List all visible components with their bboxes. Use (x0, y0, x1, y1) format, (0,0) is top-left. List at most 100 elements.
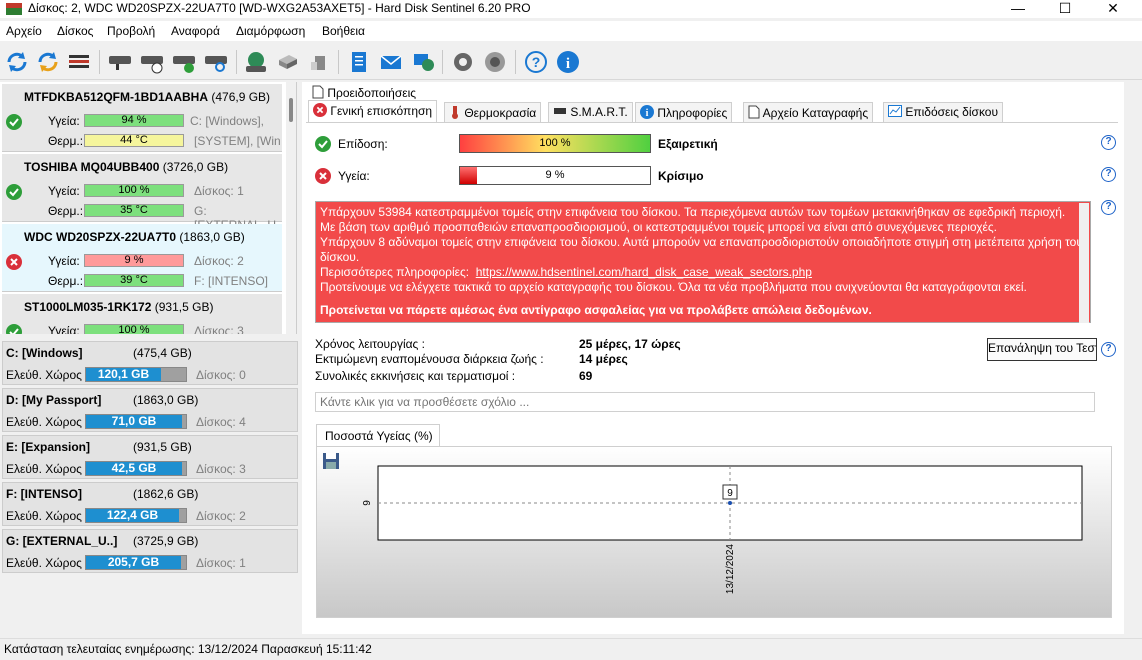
disk-item[interactable]: MTFDKBA512QFM-1BD1AABHA (476,9 GB) Υγεία… (2, 84, 282, 152)
refresh-all-icon[interactable] (34, 48, 62, 76)
partition-item[interactable]: F: [INTENSO] (1862,6 GB) Ελεύθ. Χώρος 12… (2, 482, 298, 526)
help-icon[interactable]: ? (1101, 135, 1116, 150)
disk-test-icon[interactable] (106, 48, 134, 76)
partition-size: (1862,6 GB) (133, 487, 199, 501)
health-bar: 94 % (84, 114, 184, 127)
menu-view[interactable]: Προβολή (107, 24, 155, 38)
tab-temperature[interactable]: Θερμοκρασία (444, 102, 542, 122)
repeat-test-button[interactable]: Επανάληψη του Τεστ (987, 338, 1097, 361)
health-bar: 9 % (459, 166, 651, 185)
tab-alerts-label: Προειδοποιήσεις (327, 86, 417, 100)
disk-search-icon[interactable] (202, 48, 230, 76)
chart-y-tick-label: 9 (362, 500, 373, 506)
speaker-icon[interactable] (481, 48, 509, 76)
external-drive-icon[interactable] (305, 48, 333, 76)
health-chart: 9 9 13/12/2024 (362, 465, 1083, 594)
disk-item[interactable]: ST1000LM035-1RK172 (931,5 GB) Υγεία: 100… (2, 294, 282, 334)
tab-info-label: Πληροφορίες (657, 106, 728, 120)
free-label: Ελεύθ. Χώρος (6, 509, 82, 523)
tab-overview[interactable]: Γενική επισκόπηση (308, 100, 438, 122)
error-icon (313, 103, 327, 117)
ok-status-icon (315, 136, 331, 152)
menu-file[interactable]: Αρχείο (6, 24, 42, 38)
partition-item[interactable]: D: [My Passport] (1863,0 GB) Ελεύθ. Χώρο… (2, 388, 298, 432)
partition-item[interactable]: C: [Windows] (475,4 GB) Ελεύθ. Χώρος 120… (2, 341, 298, 385)
tab-performance[interactable]: Επιδόσεις δίσκου (883, 102, 1004, 122)
health-bar: 100 % (84, 184, 184, 197)
maximize-button[interactable]: ☐ (1042, 0, 1088, 18)
menu-configuration[interactable]: Διαμόρφωση (236, 24, 305, 38)
help-icon[interactable]: ? (1101, 167, 1116, 182)
health-bar: 100 % (84, 324, 184, 334)
info-icon[interactable]: i (554, 48, 582, 76)
partition-item[interactable]: E: [Expansion] (931,5 GB) Ελεύθ. Χώρος 4… (2, 435, 298, 479)
partition-name: F: [INTENSO] (6, 487, 82, 501)
partition-name: E: [Expansion] (6, 440, 91, 454)
tab-health-chart[interactable]: Ποσοστά Υγείας (%) (316, 424, 440, 446)
close-button[interactable]: ✕ (1090, 0, 1136, 18)
tab-alerts[interactable]: Προειδοποιήσεις (312, 85, 416, 100)
free-space-bar: 120,1 GB (85, 367, 187, 382)
drive-letters: Δίσκος: 3 (194, 324, 244, 334)
disk-ok-icon[interactable] (170, 48, 198, 76)
comment-input[interactable] (315, 392, 1095, 412)
disk-schedule-icon[interactable] (138, 48, 166, 76)
partition-item[interactable]: G: [EXTERNAL_U..] (3725,9 GB) Ελεύθ. Χώρ… (2, 529, 298, 573)
disk-model: ST1000LM035-1RK172 (24, 300, 152, 314)
gear-icon[interactable] (449, 48, 477, 76)
network-icon[interactable] (409, 48, 437, 76)
performance-bar: 100 % (459, 134, 651, 153)
lifetime-label: Εκτιμώμενη εναπομένουσα διάρκεια ζωής : (315, 352, 544, 366)
partition-name: D: [My Passport] (6, 393, 102, 407)
partition-size: (3725,9 GB) (133, 534, 199, 548)
help-icon[interactable]: ? (1101, 200, 1116, 215)
disk-list-icon[interactable] (65, 48, 93, 76)
disk-list: MTFDKBA512QFM-1BD1AABHA (476,9 GB) Υγεία… (0, 82, 297, 334)
chart-icon (888, 105, 902, 117)
disk-size: (1863,0 GB) (179, 230, 245, 244)
disk-item[interactable]: TOSHIBA MQ04UBB400 (3726,0 GB) Υγεία: 10… (2, 154, 282, 232)
minimize-button[interactable]: — (995, 0, 1041, 18)
menu-help[interactable]: Βοήθεια (322, 24, 365, 38)
partition-disk: Δίσκος: 4 (196, 415, 246, 429)
partition-size: (475,4 GB) (133, 346, 192, 360)
refresh-icon[interactable] (3, 48, 31, 76)
temp-bar: 44 °C (84, 134, 184, 147)
menu-report[interactable]: Αναφορά (171, 24, 220, 38)
disk-drive-icon[interactable] (274, 48, 302, 76)
window-title: Δίσκος: 2, WDC WD20SPZX-22UA7T0 [WD-WXG2… (28, 1, 531, 15)
temp-bar: 35 °C (84, 204, 184, 217)
temp-label: Θερμ.: (48, 204, 84, 218)
help-icon[interactable]: ? (522, 48, 550, 76)
ok-status-icon (6, 324, 22, 334)
ok-status-icon (6, 114, 22, 130)
message-label: Περισσότερες πληροφορίες: (320, 265, 470, 279)
message-scrollbar[interactable] (1079, 203, 1089, 323)
disk-icon (554, 108, 566, 114)
temp-label: Θερμ.: (48, 274, 84, 288)
disk-model: TOSHIBA MQ04UBB400 (24, 160, 160, 174)
health-label: Υγεία: (48, 324, 80, 334)
health-label: Υγεία: (48, 114, 80, 128)
toolbar: ? i (0, 44, 1142, 80)
disk-item-selected[interactable]: WDC WD20SPZX-22UA7T0 (1863,0 GB) Υγεία: … (2, 224, 282, 292)
thermometer-icon (452, 106, 458, 119)
partition-name: G: [EXTERNAL_U..] (6, 534, 118, 548)
menu-bar: Αρχείο Δίσκος Προβολή Αναφορά Διαμόρφωση… (0, 21, 1142, 41)
menu-disk[interactable]: Δίσκος (57, 24, 93, 38)
health-label: Υγεία: (338, 169, 370, 183)
globe-disk-icon[interactable] (242, 48, 270, 76)
partition-disk: Δίσκος: 2 (196, 509, 246, 523)
disk-list-scrollbar[interactable] (286, 82, 296, 334)
tab-smart[interactable]: S.M.A.R.T. (548, 102, 633, 122)
mail-icon[interactable] (377, 48, 405, 76)
log-icon (748, 105, 760, 119)
starts-value: 69 (579, 369, 593, 383)
svg-text:i: i (646, 108, 649, 119)
more-info-link[interactable]: https://www.hdsentinel.com/hard_disk_cas… (476, 265, 812, 279)
help-icon[interactable]: ? (1101, 342, 1116, 357)
app-icon (6, 3, 22, 15)
tab-log[interactable]: Αρχείο Καταγραφής (743, 102, 874, 122)
tab-info[interactable]: i Πληροφορίες (635, 102, 733, 122)
report-icon[interactable] (345, 48, 373, 76)
